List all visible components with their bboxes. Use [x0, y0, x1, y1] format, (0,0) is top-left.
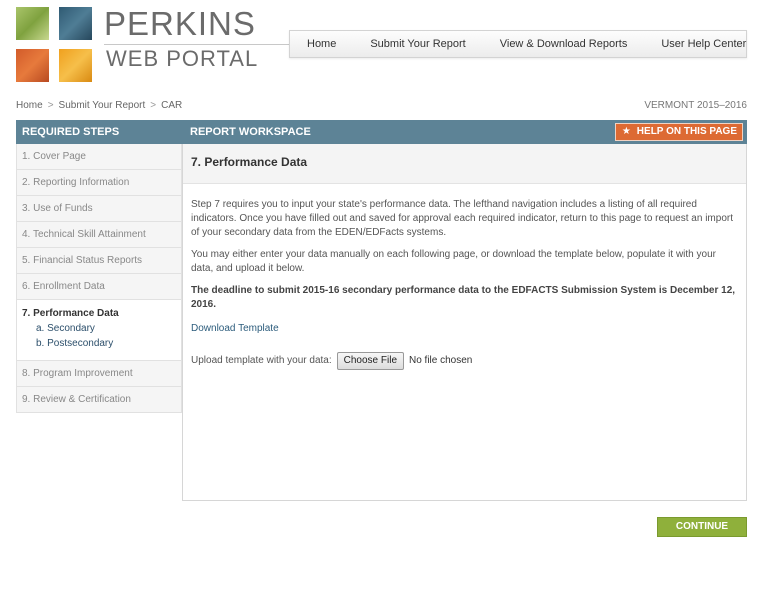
- step-financial-status-reports[interactable]: 5. Financial Status Reports: [16, 248, 182, 274]
- continue-button[interactable]: CONTINUE: [657, 517, 747, 537]
- step-use-of-funds[interactable]: 3. Use of Funds: [16, 196, 182, 222]
- logo-tile-yellow: [59, 49, 92, 82]
- logo-subtitle: WEB PORTAL: [106, 46, 259, 71]
- step-program-improvement[interactable]: 8. Program Improvement: [16, 361, 182, 387]
- download-template-link[interactable]: Download Template: [191, 322, 279, 336]
- breadcrumb-home[interactable]: Home: [16, 100, 43, 111]
- step-performance-data: 7. Performance Data a. Secondary b. Post…: [16, 300, 182, 361]
- breadcrumb: Home > Submit Your Report > CAR: [16, 100, 182, 111]
- nav-home[interactable]: Home: [290, 38, 353, 50]
- no-file-status: No file chosen: [409, 355, 473, 366]
- step-performance-data-title[interactable]: 7. Performance Data: [22, 308, 176, 319]
- instructions-paragraph: You may either enter your data manually …: [191, 249, 716, 274]
- workspace-body: Step 7 requires you to input your state'…: [183, 184, 746, 370]
- step-reporting-information[interactable]: 2. Reporting Information: [16, 170, 182, 196]
- step-cover-page[interactable]: 1. Cover Page: [16, 144, 182, 170]
- upload-label: Upload template with your data:: [191, 355, 332, 366]
- workspace-header: REPORT WORKSPACE ★ HELP ON THIS PAGE: [182, 120, 747, 144]
- logo-tile-green: [16, 7, 49, 40]
- step-sub-secondary[interactable]: a. Secondary: [22, 323, 176, 334]
- required-steps-sidebar: REQUIRED STEPS 1. Cover Page 2. Reportin…: [16, 120, 182, 413]
- help-button-label: HELP ON THIS PAGE: [636, 126, 737, 137]
- nav-submit-your-report[interactable]: Submit Your Report: [353, 38, 482, 50]
- breadcrumb-submit-your-report[interactable]: Submit Your Report: [59, 100, 146, 111]
- step-technical-skill-attainment[interactable]: 4. Technical Skill Attainment: [16, 222, 182, 248]
- perkins-logo[interactable]: PERKINS WEB PORTAL: [16, 7, 300, 83]
- top-navigation: Home Submit Your Report View & Download …: [289, 30, 747, 58]
- logo-title: PERKINS: [104, 5, 256, 42]
- sidebar-header: REQUIRED STEPS: [16, 120, 182, 144]
- breadcrumb-car: CAR: [161, 100, 183, 111]
- state-year-label: VERMONT 2015–2016: [644, 100, 747, 111]
- step-enrollment-data[interactable]: 6. Enrollment Data: [16, 274, 182, 300]
- nav-view-download-reports[interactable]: View & Download Reports: [483, 38, 645, 50]
- report-workspace: REPORT WORKSPACE ★ HELP ON THIS PAGE 7. P…: [182, 120, 747, 501]
- page-title: 7. Performance Data: [183, 144, 746, 184]
- nav-user-help-center[interactable]: User Help Center: [644, 38, 763, 50]
- logo-tile-orange: [16, 49, 49, 82]
- breadcrumb-separator: >: [47, 100, 54, 111]
- intro-paragraph: Step 7 requires you to input your state'…: [191, 199, 733, 238]
- step-review-certification[interactable]: 9. Review & Certification: [16, 387, 182, 413]
- logo-tile-blue: [59, 7, 92, 40]
- choose-file-button[interactable]: Choose File: [336, 352, 404, 370]
- upload-row: Upload template with your data: Choose F…: [191, 352, 738, 370]
- deadline-notice: The deadline to submit 2015-16 secondary…: [191, 285, 736, 310]
- star-icon: ★: [621, 126, 631, 137]
- logo-divider: [104, 44, 300, 45]
- breadcrumb-separator: >: [150, 100, 157, 111]
- help-on-this-page-button[interactable]: ★ HELP ON THIS PAGE: [614, 123, 743, 141]
- step-sub-postsecondary[interactable]: b. Postsecondary: [22, 338, 176, 349]
- workspace-header-title: REPORT WORKSPACE: [190, 126, 311, 138]
